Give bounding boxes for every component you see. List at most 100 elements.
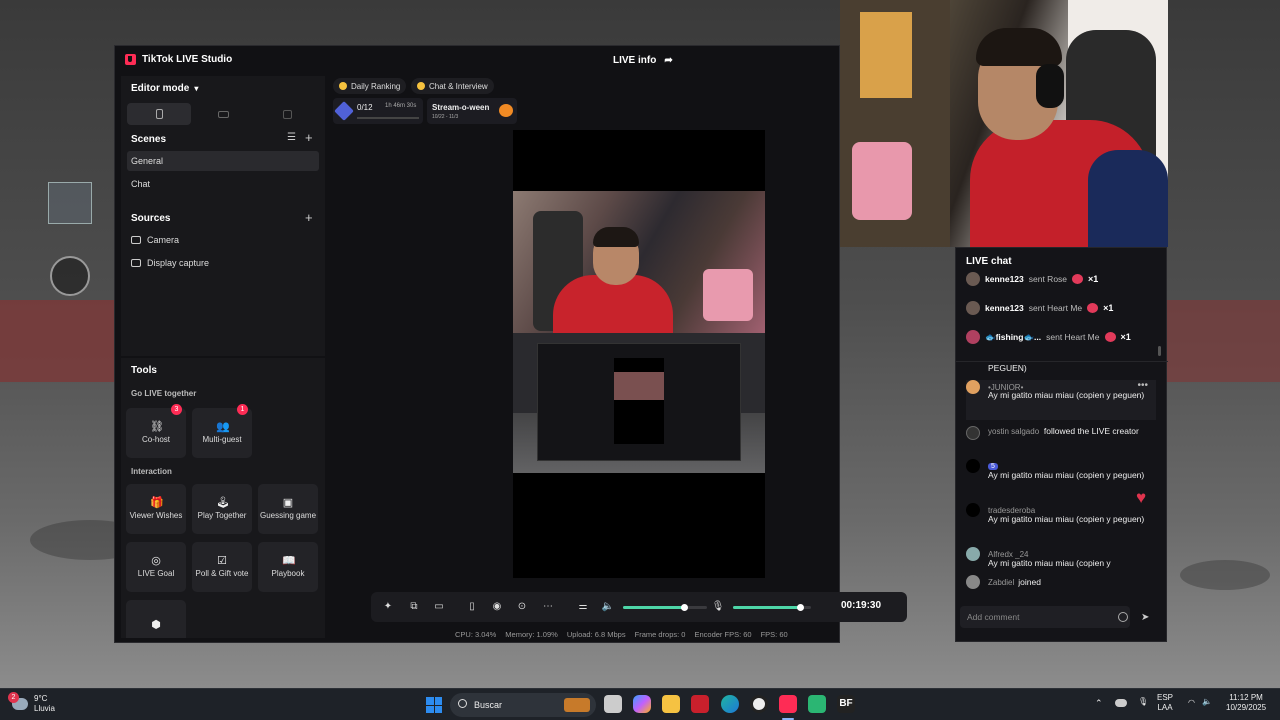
language-label: ESP	[1157, 693, 1174, 702]
gift-message: 🐟fishing🐟... sent Heart Me ×1	[966, 329, 1131, 345]
target-icon[interactable]: ⊙	[515, 600, 529, 614]
microphone-icon[interactable]: 🎙	[711, 600, 725, 614]
avatar[interactable]	[966, 459, 980, 473]
chat-interview-chip[interactable]: Chat & Interview	[411, 78, 494, 94]
editor-mode-label: Editor mode	[131, 83, 190, 94]
streamer-sleeve	[1088, 150, 1168, 247]
volume-icon[interactable]: 🔈	[1202, 697, 1212, 707]
taskbar-search[interactable]: Buscar	[450, 693, 596, 717]
viewer-wishes-button[interactable]: 🎁 Viewer Wishes	[126, 484, 186, 534]
weather-widget[interactable]: 2 9°C Lluvia	[8, 691, 55, 713]
chat-username[interactable]: Zabdiel	[988, 578, 1014, 587]
tool-label: Viewer Wishes	[129, 510, 183, 520]
record-icon[interactable]: ◉	[490, 600, 504, 614]
app-title: TikTok LIVE Studio	[125, 54, 232, 65]
gift-user[interactable]: kenne123	[985, 274, 1024, 284]
onedrive-cloud-icon[interactable]	[1115, 699, 1127, 707]
poll-gift-vote-button[interactable]: ☑ Poll & Gift vote	[192, 542, 252, 592]
portrait-layout-tab[interactable]	[127, 103, 191, 125]
crop-icon[interactable]: ▭	[432, 600, 446, 614]
add-source-button[interactable]: +	[305, 210, 313, 225]
edge-browser-icon[interactable]	[721, 695, 739, 713]
speaker-volume-knob[interactable]	[681, 604, 689, 611]
avatar[interactable]	[966, 330, 980, 344]
guessing-game-button[interactable]: ▣ Guessing game	[258, 484, 318, 534]
clock-time: 11:12 PM	[1229, 693, 1263, 702]
mic-volume-knob[interactable]	[797, 604, 805, 611]
webcam-overlay	[840, 0, 1168, 247]
share-icon[interactable]: ➦	[664, 55, 672, 66]
settings-sliders-icon[interactable]: ⚌	[576, 600, 590, 614]
avatar[interactable]	[966, 301, 980, 315]
chat-message: tradesderoba Ay mi gatito miau miau (cop…	[966, 503, 1156, 525]
chat-message-text: Ay mi gatito miau miau (copien y	[988, 558, 1111, 568]
play-together-button[interactable]: 🕹 Play Together	[192, 484, 252, 534]
chat-message[interactable]: •JUNIOR• Ay mi gatito miau miau (copien …	[966, 380, 1156, 420]
avatar[interactable]	[966, 272, 980, 286]
camera-feed	[513, 191, 765, 333]
add-comment-input[interactable]: Add comment	[960, 606, 1130, 628]
bf-app-icon[interactable]: BF	[837, 695, 855, 713]
wifi-icon[interactable]: ◠	[1188, 698, 1195, 708]
windows-start-icon[interactable]	[426, 697, 442, 713]
avatar[interactable]	[966, 547, 980, 561]
pig-plush	[852, 142, 912, 220]
chat-username[interactable]: yostin salgado	[988, 427, 1039, 436]
cohost-button[interactable]: 3 ⛓ Co-host	[126, 404, 186, 458]
language-indicator[interactable]: ESP LAA	[1157, 693, 1173, 714]
daily-ranking-chip[interactable]: Daily Ranking	[333, 78, 407, 94]
editor-mode-dropdown[interactable]: Editor mode ▾	[131, 83, 198, 94]
clock[interactable]: 11:12 PM 10/29/2025	[1226, 693, 1266, 714]
heart-icon[interactable]: ♥	[1136, 489, 1154, 506]
avatar[interactable]	[966, 503, 980, 517]
speaker-volume-slider[interactable]	[623, 604, 707, 611]
avatar[interactable]	[966, 426, 980, 440]
playbook-button[interactable]: 📖 Playbook	[258, 542, 318, 592]
event-banner[interactable]: Stream-o-ween 10/22 - 11/3	[427, 98, 517, 124]
gift-user[interactable]: kenne123	[985, 303, 1024, 313]
effects-wand-icon[interactable]: ✦	[381, 600, 395, 614]
security-app-icon[interactable]	[691, 695, 709, 713]
task-view-icon[interactable]	[604, 695, 622, 713]
microphone-icon[interactable]: 🎙	[1138, 697, 1148, 707]
stream-preview[interactable]	[513, 130, 765, 578]
phone-icon[interactable]: ▯	[465, 600, 479, 614]
avatar[interactable]	[966, 575, 980, 589]
scene-item-chat[interactable]: Chat	[127, 174, 319, 194]
file-explorer-icon[interactable]	[662, 695, 680, 713]
live-goal-button[interactable]: ◎ LIVE Goal	[126, 542, 186, 592]
level-badge: 5	[988, 462, 998, 470]
multiguest-button[interactable]: 1 👥 Multi-guest	[192, 404, 252, 458]
tiktok-live-studio-icon[interactable]	[779, 695, 797, 713]
cohost-badge: 3	[171, 404, 182, 415]
more-icon[interactable]: ⋯	[541, 600, 555, 614]
chat-app-icon[interactable]	[808, 695, 826, 713]
ranking-progress[interactable]: 0/12 1h 46m 30s	[333, 98, 423, 124]
more-tool-button[interactable]: ⬢	[126, 600, 186, 638]
gift-user[interactable]: 🐟fishing🐟...	[985, 332, 1041, 343]
more-options-icon[interactable]: •••	[1137, 380, 1148, 391]
source-item-camera[interactable]: Camera	[131, 235, 179, 245]
copilot-icon[interactable]	[633, 695, 651, 713]
add-scene-button[interactable]: +	[305, 130, 313, 145]
speaker-icon[interactable]: 🔈	[601, 600, 615, 614]
obs-icon[interactable]	[750, 695, 768, 713]
live-info-button[interactable]: LIVE info ➦	[613, 55, 673, 66]
chevron-up-icon[interactable]: ⌃	[1095, 698, 1103, 710]
chat-message-text: Ay mi gatito miau miau (copien y peguen)	[988, 390, 1145, 400]
source-item-display-capture[interactable]: Display capture	[131, 258, 209, 268]
list-icon[interactable]: ☰	[287, 132, 296, 143]
camera-icon	[131, 236, 141, 244]
mic-volume-slider[interactable]	[733, 604, 811, 611]
avatar[interactable]	[966, 380, 980, 394]
send-icon[interactable]: ➤	[1141, 612, 1149, 623]
layers-icon[interactable]: ⧉	[407, 600, 421, 614]
dual-layout-tab[interactable]	[255, 103, 319, 125]
nested-camera	[614, 372, 664, 400]
chat-message: yostin salgado followed the LIVE creator	[966, 426, 1156, 440]
chat-scrollbar[interactable]	[1158, 346, 1161, 356]
scene-item-general[interactable]: General	[127, 151, 319, 171]
landscape-layout-tab[interactable]	[191, 103, 255, 125]
display-capture-feed	[513, 333, 765, 473]
emoji-icon[interactable]	[1118, 612, 1128, 622]
